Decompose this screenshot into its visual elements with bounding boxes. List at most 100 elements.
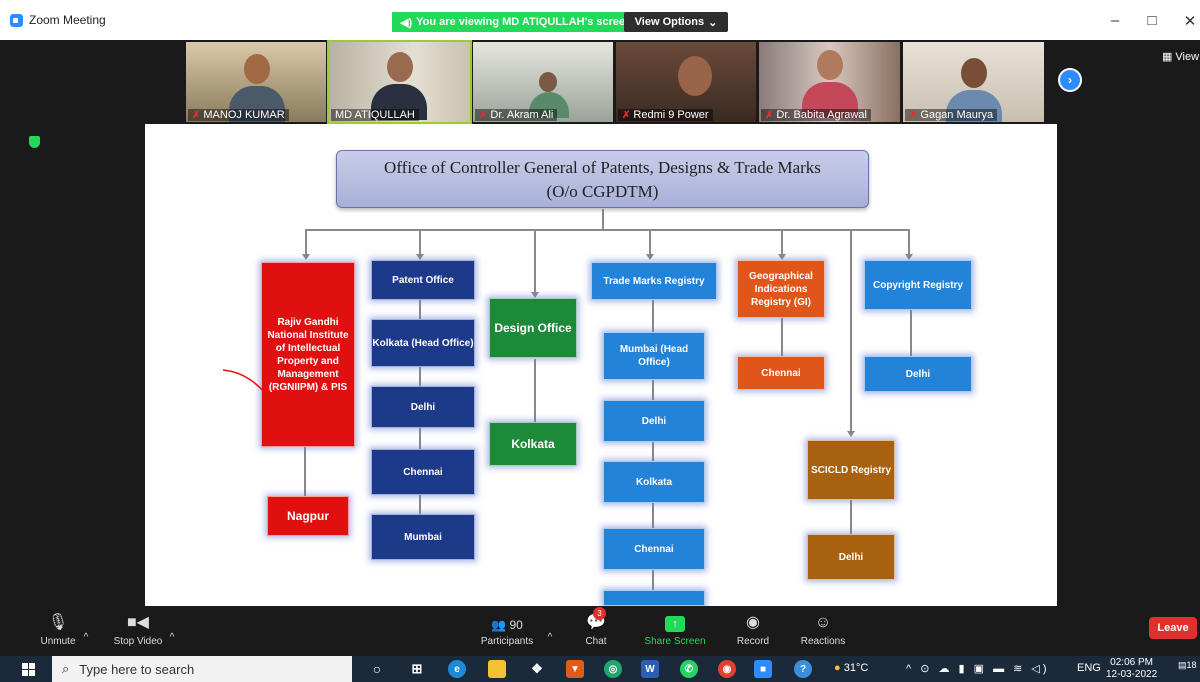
design-kolkata-box: Kolkata bbox=[489, 422, 577, 466]
connector-line bbox=[850, 500, 852, 536]
participant-name: ✗ Dr. Babita Agrawal bbox=[761, 109, 871, 121]
dropbox-icon[interactable]: ❖ bbox=[528, 660, 546, 678]
share-status-banner: ◀) You are viewing MD ATIQULLAH's screen bbox=[392, 12, 640, 32]
connector-line bbox=[304, 446, 306, 496]
maximize-button[interactable]: □ bbox=[1142, 12, 1162, 29]
chevron-up-icon: ^ bbox=[169, 632, 175, 643]
participant-tile[interactable]: ✗ MANOJ KUMAR bbox=[186, 42, 326, 122]
task-view-icon[interactable]: ⊞ bbox=[408, 660, 426, 678]
notification-center-icon[interactable]: ▤18 bbox=[1178, 660, 1197, 671]
participant-strip: ✗ MANOJ KUMAR MD ATIQULLAH ✗ Dr. Akram Ali… bbox=[0, 40, 1200, 124]
speaker-icon: ◀) bbox=[400, 16, 413, 29]
share-screen-button[interactable]: ↑ Share Screen bbox=[642, 606, 708, 652]
zoom-logo-icon bbox=[10, 13, 23, 27]
close-button[interactable]: ✕ bbox=[1180, 12, 1200, 30]
connector-line bbox=[534, 359, 536, 424]
windows-start-icon[interactable] bbox=[22, 663, 36, 676]
chrome-icon[interactable]: ◉ bbox=[718, 660, 736, 678]
record-button[interactable]: ◉ Record bbox=[734, 606, 772, 652]
sciclid-delhi-box: Delhi bbox=[807, 534, 895, 580]
mic-muted-icon: ✗ bbox=[622, 109, 631, 121]
leave-button[interactable]: Leave bbox=[1149, 617, 1197, 639]
mic-muted-icon: ✗ bbox=[192, 109, 201, 121]
share-screen-icon: ↑ bbox=[665, 616, 685, 632]
mic-muted-icon: 🎙 bbox=[47, 614, 69, 631]
patent-office-box: Patent Office bbox=[371, 260, 475, 300]
chat-label: Chat bbox=[585, 636, 607, 647]
view-options-button[interactable]: View Options ⌄ bbox=[624, 12, 728, 32]
unmute-label: Unmute bbox=[40, 636, 76, 647]
mic-muted-icon: ✗ bbox=[909, 109, 918, 121]
minimize-button[interactable]: – bbox=[1105, 12, 1125, 29]
whatsapp-icon[interactable]: ✆ bbox=[680, 660, 698, 678]
tm-registry-box: Trade Marks Registry bbox=[591, 262, 717, 300]
zoom-taskbar-icon[interactable]: ■ bbox=[754, 660, 772, 678]
sciclid-registry-box: SCICLD Registry bbox=[807, 440, 895, 500]
edge-icon[interactable]: e bbox=[448, 660, 466, 678]
participants-label: Participants bbox=[480, 636, 534, 647]
participants-icon: 👥 90 bbox=[491, 618, 523, 632]
next-page-arrow-icon[interactable]: › bbox=[1058, 68, 1082, 92]
file-explorer-icon[interactable] bbox=[488, 660, 506, 678]
view-options-label: View Options bbox=[634, 16, 705, 28]
chevron-down-icon: ⌄ bbox=[708, 16, 718, 29]
weather-temp: 31°C bbox=[843, 662, 869, 674]
windows-taskbar: ⌕ Type here to search ○ ⊞ e ❖ ▼ ◎ W ✆ ◉ … bbox=[0, 656, 1200, 682]
slide-title: Office of Controller General of Patents,… bbox=[336, 150, 869, 208]
copyright-delhi-box: Delhi bbox=[864, 356, 972, 392]
participant-tile[interactable]: ✗ Dr. Akram Ali bbox=[473, 42, 613, 122]
tm-partial-box bbox=[603, 590, 705, 606]
view-label: View bbox=[1175, 50, 1200, 63]
video-options-caret[interactable]: ^ bbox=[166, 606, 178, 652]
shield-icon[interactable] bbox=[29, 136, 40, 148]
reactions-label: Reactions bbox=[800, 636, 846, 647]
title-bar: Zoom Meeting ◀) You are viewing MD ATIQU… bbox=[0, 0, 1200, 40]
tm-kolkata-box: Kolkata bbox=[603, 461, 705, 503]
taskbar-clock[interactable]: 02:06 PM 12-03-2022 bbox=[1106, 657, 1157, 681]
connector-line bbox=[910, 310, 912, 358]
taskbar-search-input[interactable]: ⌕ Type here to search bbox=[52, 656, 352, 682]
weather-widget[interactable]: ● 31°C bbox=[834, 662, 868, 674]
connector-line bbox=[781, 229, 783, 257]
copyright-registry-box: Copyright Registry bbox=[864, 260, 972, 310]
unmute-button[interactable]: 🎙 Unmute bbox=[36, 606, 80, 652]
participant-name: ✗ Redmi 9 Power bbox=[618, 109, 713, 121]
connector-line bbox=[602, 209, 604, 230]
grid-icon: ▦ bbox=[1162, 51, 1173, 63]
reactions-button[interactable]: ☺ Reactions bbox=[798, 606, 848, 652]
participant-tile[interactable]: ✗ Redmi 9 Power bbox=[616, 42, 756, 122]
audio-options-caret[interactable]: ^ bbox=[80, 606, 92, 652]
participant-name: MD ATIQULLAH bbox=[331, 109, 419, 121]
participant-tile-active[interactable]: MD ATIQULLAH bbox=[327, 40, 472, 124]
participant-tile[interactable]: ✗ Gagan Maurya bbox=[903, 42, 1044, 122]
chat-badge: 3 bbox=[593, 607, 606, 620]
slide-title-line2: (O/o CGPDTM) bbox=[546, 182, 659, 201]
clock-time: 02:06 PM bbox=[1110, 657, 1153, 668]
connector-line bbox=[649, 229, 651, 257]
connector-line bbox=[908, 229, 910, 257]
participants-count: 90 bbox=[509, 618, 523, 632]
meeting-toolbar: 🎙 Unmute ^ ■◀ Stop Video ^ 👥 90 Particip… bbox=[0, 606, 1200, 652]
tm-chennai-box: Chennai bbox=[603, 528, 705, 570]
patent-delhi-box: Delhi bbox=[371, 386, 475, 428]
chat-button[interactable]: 💬 3 Chat bbox=[580, 606, 612, 652]
participants-button[interactable]: 👥 90 Participants bbox=[474, 606, 540, 652]
brave-icon[interactable]: ▼ bbox=[566, 660, 584, 678]
cortana-icon[interactable]: ○ bbox=[368, 660, 386, 678]
word-icon[interactable]: W bbox=[641, 660, 659, 678]
language-indicator[interactable]: ENG bbox=[1077, 662, 1101, 674]
system-tray-icons[interactable]: ^ ⊙ ☁ ▮ ▣ ▬ ≋ ◁) bbox=[906, 662, 1050, 675]
stop-video-button[interactable]: ■◀ Stop Video bbox=[110, 606, 166, 652]
gi-registry-box: Geographical Indications Registry (GI) bbox=[737, 260, 825, 318]
share-screen-label: Share Screen bbox=[644, 636, 706, 647]
participants-options-caret[interactable]: ^ bbox=[544, 606, 556, 652]
slide-title-line1: Office of Controller General of Patents,… bbox=[384, 158, 821, 177]
notification-count: 18 bbox=[1186, 660, 1197, 670]
arrowhead-icon bbox=[302, 254, 310, 260]
participant-name: ✗ Gagan Maurya bbox=[905, 109, 998, 121]
cd-icon[interactable]: ◎ bbox=[604, 660, 622, 678]
participant-tile[interactable]: ✗ Dr. Babita Agrawal bbox=[759, 42, 900, 122]
smiley-icon: ☺ bbox=[814, 614, 832, 631]
help-icon[interactable]: ? bbox=[794, 660, 812, 678]
view-button[interactable]: ▦ View bbox=[1162, 50, 1200, 64]
